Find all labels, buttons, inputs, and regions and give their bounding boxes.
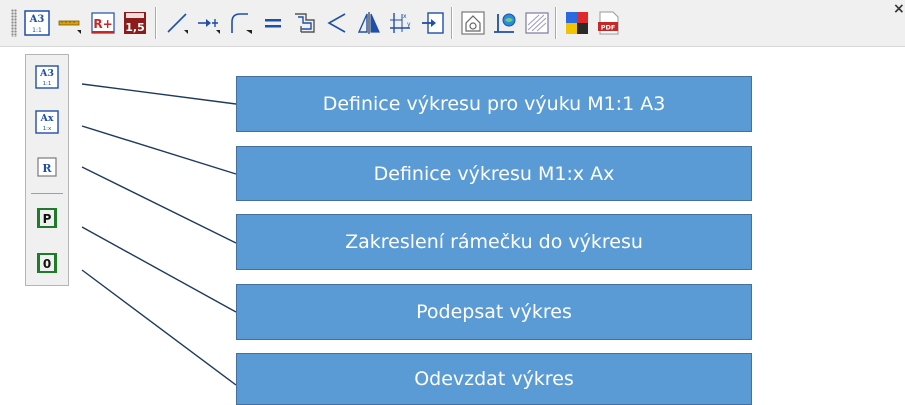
- leader-line: [81, 83, 237, 105]
- callout-leader-lines: [81, 83, 237, 386]
- leader-line: [81, 269, 237, 386]
- leader-line: [81, 166, 237, 244]
- callout-sign: Podepsat výkres: [236, 284, 752, 340]
- callout-ax-definition: Definice výkresu M1:x Ax: [236, 146, 752, 201]
- callout-submit: Odevzdat výkres: [236, 353, 752, 405]
- callout-frame: Zakreslení rámečku do výkresu: [236, 214, 752, 270]
- leader-line: [81, 226, 237, 313]
- leader-line: [81, 125, 237, 175]
- callout-a3-definition: Definice výkresu pro výuku M1:1 A3: [236, 76, 752, 132]
